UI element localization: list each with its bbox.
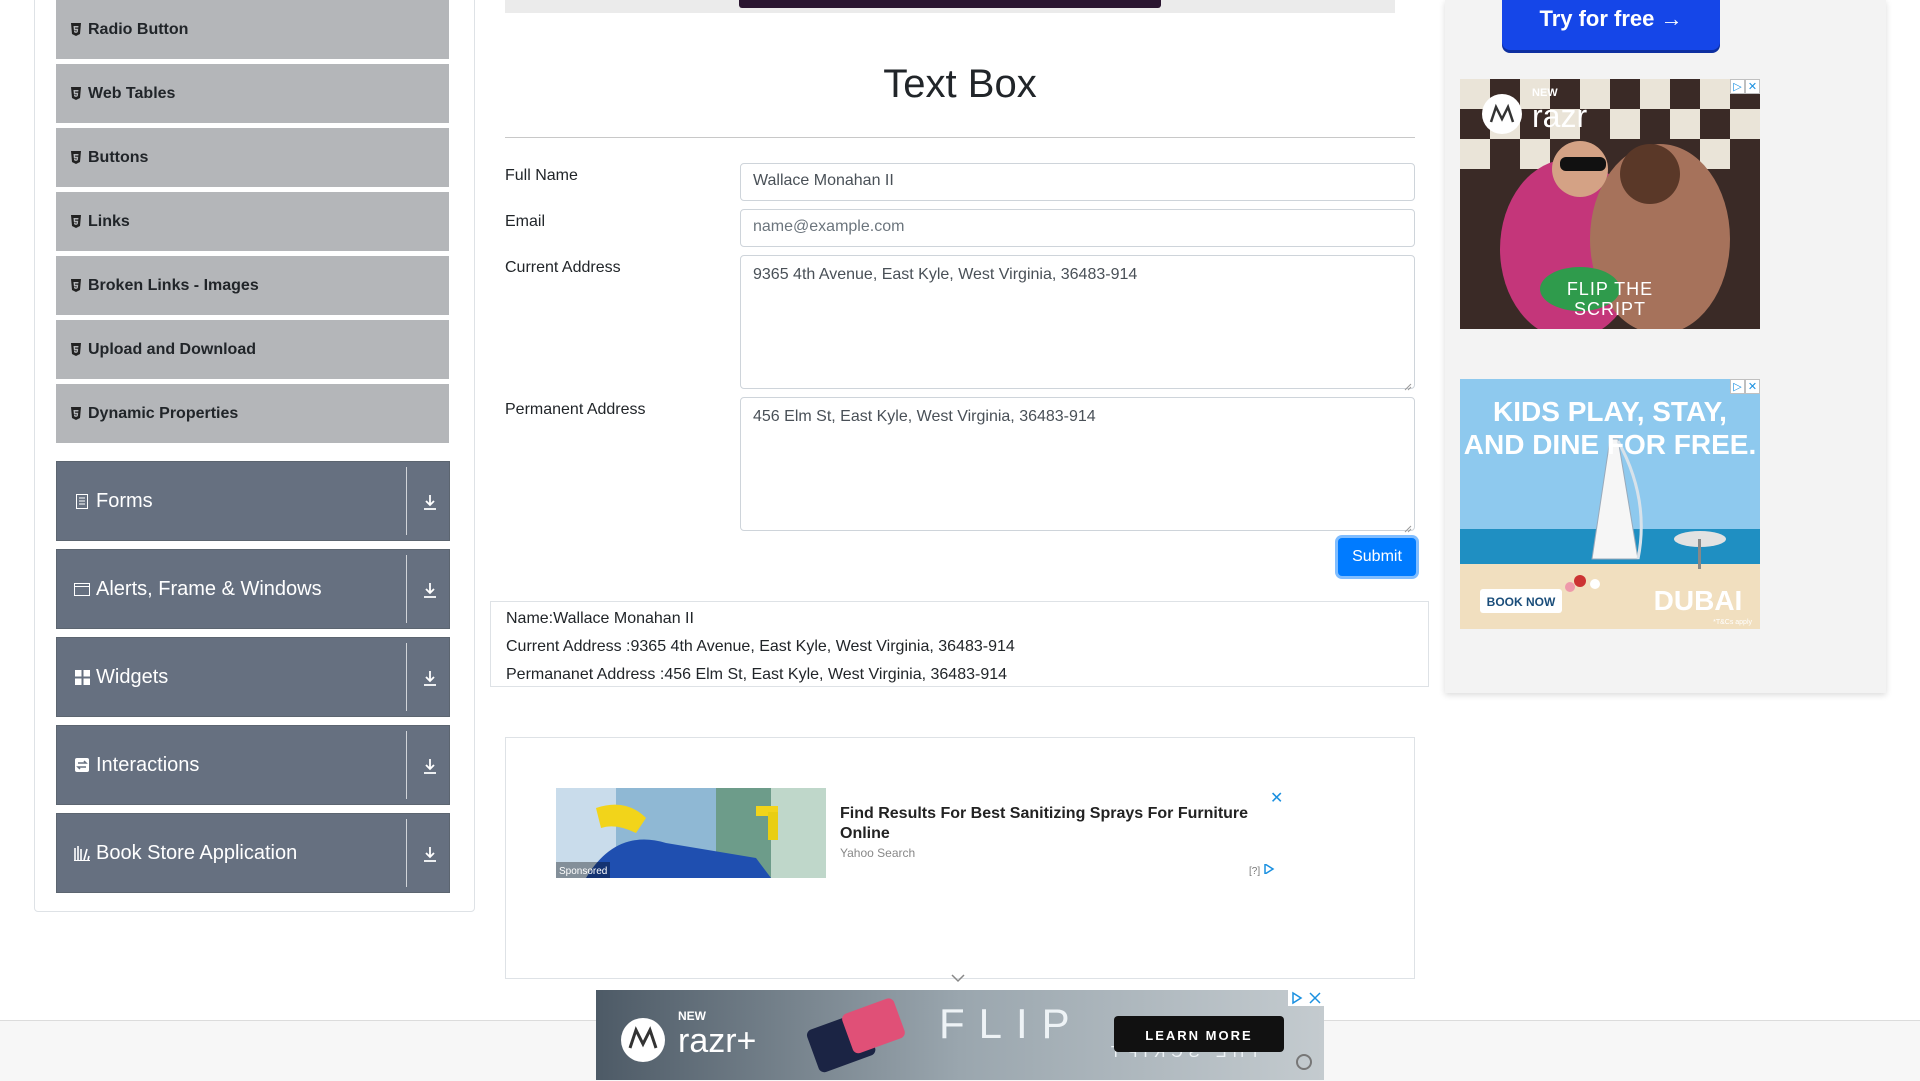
sidebar-item-label: Upload and Download xyxy=(88,340,256,358)
download-arrow-icon xyxy=(419,580,441,600)
book-store-icon xyxy=(74,845,90,861)
sponsored-label: Sponsored xyxy=(559,866,607,877)
sidebar-item-label: Links xyxy=(88,212,130,230)
razr-ad-tagline-2: SCRIPT xyxy=(1574,299,1646,319)
sidebar-item-broken-links[interactable]: Broken Links - Images xyxy=(56,256,449,316)
sidebar-item-web-tables[interactable]: Web Tables xyxy=(56,64,449,124)
sidebar-group-label: Book Store Application xyxy=(96,841,298,864)
ad-info-icon: ▷ xyxy=(1730,379,1745,394)
sidebar-item-radio-button[interactable]: Radio Button xyxy=(56,0,449,60)
razr-ad[interactable]: NEW razr FLIP THE SCRIPT ▷ ✕ xyxy=(1460,79,1760,329)
sidebar-item-label: Buttons xyxy=(88,148,149,166)
html-icon xyxy=(70,87,82,101)
resize-handle-icon[interactable] xyxy=(1404,520,1412,533)
bottom-banner-ad[interactable]: NEW razr+ FLIP THE SCRIPT LEARN MORE xyxy=(596,990,1324,1080)
full-name-input[interactable]: Wallace Monahan II xyxy=(740,163,1415,201)
sidebar-group-label: Forms xyxy=(96,489,153,512)
sidebar-group-forms[interactable]: Forms xyxy=(56,461,450,541)
interactions-icon xyxy=(74,757,90,773)
sidebar-item-label: Dynamic Properties xyxy=(88,404,239,422)
html-icon xyxy=(70,215,82,229)
resize-handle-icon[interactable] xyxy=(1404,378,1412,391)
email-input[interactable]: name@example.com xyxy=(740,209,1415,247)
ad-close-icon[interactable]: ✕ xyxy=(1270,788,1283,808)
sponsored-ad-box[interactable]: Sponsored Find Results For Best Sanitizi… xyxy=(505,737,1415,979)
ad-close-icon: ✕ xyxy=(1745,379,1760,394)
dubai-ad-line2: AND DINE FOR FREE. xyxy=(1464,429,1756,460)
window-icon xyxy=(74,581,90,597)
output-panel: Name:Wallace Monahan II Current Address … xyxy=(490,601,1429,687)
ad-image[interactable]: Sponsored xyxy=(556,788,826,878)
ad-info-icon[interactable]: [?] xyxy=(1249,862,1275,877)
ad-source: Yahoo Search xyxy=(840,846,916,860)
permanent-address-label: Permanent Address xyxy=(505,401,646,418)
sidebar-group-widgets[interactable]: Widgets xyxy=(56,637,450,717)
sidebar-group-alerts[interactable]: Alerts, Frame & Windows xyxy=(56,549,450,629)
full-name-label: Full Name xyxy=(505,167,578,184)
sidebar-item-upload-download[interactable]: Upload and Download xyxy=(56,320,449,380)
html-icon xyxy=(70,151,82,165)
sidebar-item-buttons[interactable]: Buttons xyxy=(56,128,449,188)
ad-choices[interactable]: ▷ ✕ xyxy=(1730,79,1760,94)
page-title: Text Box xyxy=(883,62,1037,106)
sidebar-group-label: Interactions xyxy=(96,753,200,776)
sidebar-item-label: Broken Links - Images xyxy=(88,276,259,294)
html-icon xyxy=(70,23,82,37)
bottom-ad-flip: FLIP xyxy=(939,1000,1084,1047)
html-icon xyxy=(70,407,82,421)
bottom-ad-cta: LEARN MORE xyxy=(1145,1028,1252,1043)
dubai-ad[interactable]: KIDS PLAY, STAY, AND DINE FOR FREE. BOOK… xyxy=(1460,379,1760,629)
permanent-address-textarea[interactable]: 456 Elm St, East Kyle, West Virginia, 36… xyxy=(740,397,1415,533)
output-current-address: Current Address :9365 4th Avenue, East K… xyxy=(506,638,1015,655)
razr-ad-tagline-1: FLIP THE xyxy=(1567,279,1653,299)
chevron-down-icon[interactable] xyxy=(950,970,966,988)
permanent-address-text: 456 Elm St, East Kyle, West Virginia, 36… xyxy=(753,408,1096,425)
bottom-ad-brand: razr+ xyxy=(678,1022,756,1060)
sidebar-group-book-store[interactable]: Book Store Application xyxy=(56,813,450,893)
widgets-icon xyxy=(74,669,90,685)
title-divider xyxy=(505,137,1415,138)
submit-button[interactable]: Submit xyxy=(1338,538,1416,576)
sidebar-item-links[interactable]: Links xyxy=(56,192,449,252)
sidebar-group-label: Alerts, Frame & Windows xyxy=(96,577,322,600)
dubai-ad-cta: BOOK NOW xyxy=(1487,595,1556,609)
current-address-label: Current Address xyxy=(505,259,621,276)
sidebar-item-label: Web Tables xyxy=(88,84,176,102)
dubai-ad-brand: DUBAI xyxy=(1654,585,1743,616)
ad-choices[interactable]: ▷ ✕ xyxy=(1730,379,1760,394)
output-name: Name:Wallace Monahan II xyxy=(506,610,694,627)
sidebar-item-dynamic-properties[interactable]: Dynamic Properties xyxy=(56,384,449,444)
download-arrow-icon xyxy=(419,756,441,776)
email-label: Email xyxy=(505,213,546,230)
download-arrow-icon xyxy=(419,492,441,512)
form-icon xyxy=(74,493,90,509)
bottom-ad-new: NEW xyxy=(678,1009,707,1023)
html-icon xyxy=(70,279,82,293)
download-arrow-icon xyxy=(419,844,441,864)
razr-ad-brand: razr xyxy=(1532,98,1587,134)
ad-info-icon: ▷ xyxy=(1730,79,1745,94)
try-for-free-button[interactable]: Try for free → xyxy=(1502,0,1720,50)
dubai-ad-terms: *T&Cs apply xyxy=(1713,619,1752,626)
html-icon xyxy=(70,343,82,357)
dubai-ad-line1: KIDS PLAY, STAY, xyxy=(1493,396,1727,427)
ad-title[interactable]: Find Results For Best Sanitizing Sprays … xyxy=(840,804,1260,844)
top-banner-ad[interactable] xyxy=(505,0,1395,13)
current-address-text: 9365 4th Avenue, East Kyle, West Virgini… xyxy=(753,266,1138,283)
sidebar-item-label: Radio Button xyxy=(88,20,189,38)
current-address-textarea[interactable]: 9365 4th Avenue, East Kyle, West Virgini… xyxy=(740,255,1415,391)
download-arrow-icon xyxy=(419,668,441,688)
ad-close-icon: ✕ xyxy=(1745,79,1760,94)
sidebar-group-label: Widgets xyxy=(96,665,169,688)
sidebar-group-interactions[interactable]: Interactions xyxy=(56,725,450,805)
output-permanent-address: Permananet Address :456 Elm St, East Kyl… xyxy=(506,666,1008,683)
